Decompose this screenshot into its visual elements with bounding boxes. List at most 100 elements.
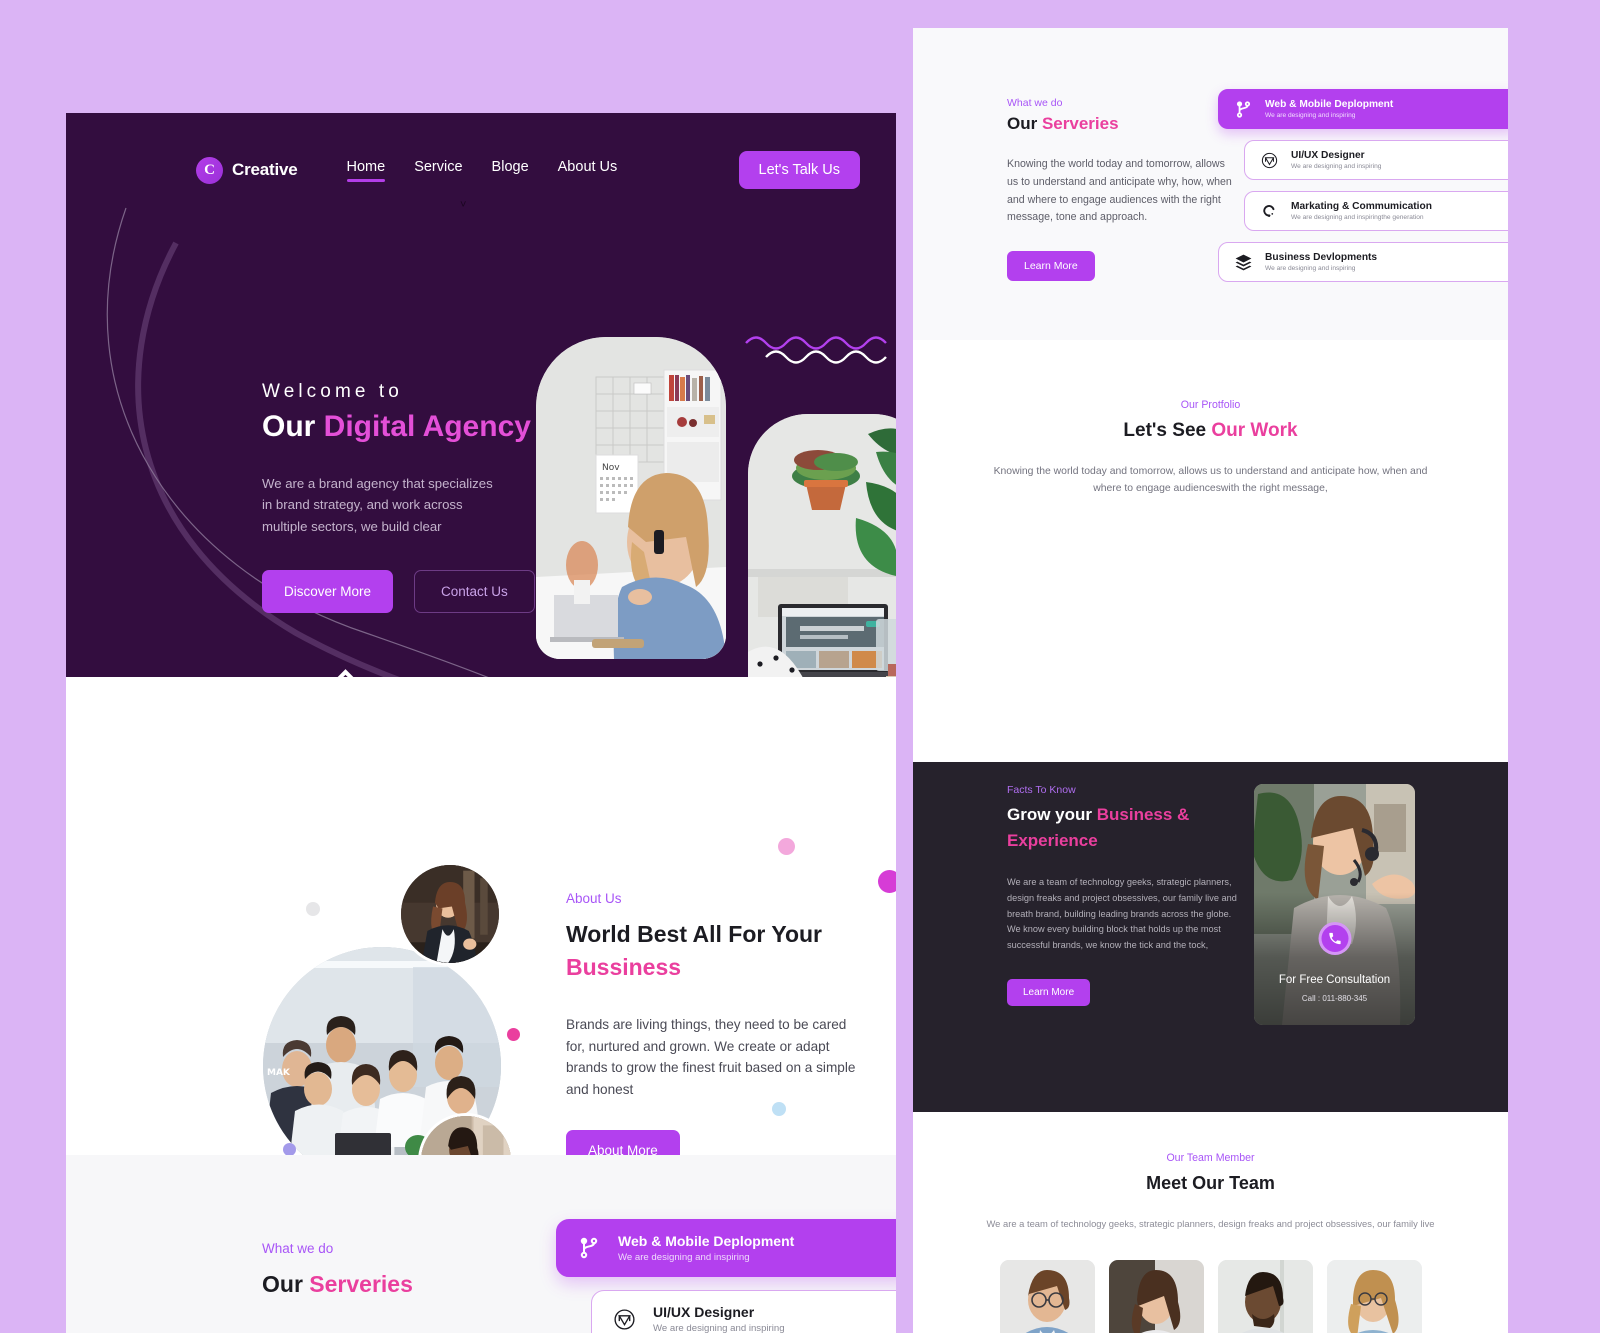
team-member-list xyxy=(913,1259,1508,1333)
team-eyebrow: Our Team Member xyxy=(1166,1152,1255,1164)
hero-title: Our Digital Agency xyxy=(262,410,532,445)
right-services-section: What we do Our Serveries Knowing the wor… xyxy=(913,28,1508,340)
service-card-title: Web & Mobile Deplopment xyxy=(1265,99,1394,110)
hero-welcome: Welcome to xyxy=(262,381,403,402)
portfolio-title-pink: Our Work xyxy=(1211,420,1298,441)
diamond-decoration xyxy=(322,669,369,677)
nav-item-service[interactable]: Service xyxy=(414,159,462,182)
about-body: Brands are living things, they need to b… xyxy=(566,1017,856,1097)
about-title-pink: Bussiness xyxy=(566,953,682,980)
nav-links: Home Service Bloge About Us xyxy=(346,159,618,182)
team-section: Our Team Member Meet Our Team We are a t… xyxy=(913,1112,1508,1333)
team-subtitle: We are a team of technology geeks, strat… xyxy=(986,1218,1435,1229)
git-branch-icon xyxy=(1233,99,1253,119)
circle-monogram-icon xyxy=(611,1306,637,1332)
service-card-text: Web & Mobile Deplopment We are designing… xyxy=(618,1233,794,1263)
service-card-desc: We are designing and inspiring xyxy=(1265,265,1356,272)
service-card-title: UI/UX Designer xyxy=(653,1304,755,1320)
hero-copy: Welcome to Our Digital Agency We are a b… xyxy=(262,381,535,613)
phone-icon[interactable] xyxy=(1318,922,1351,955)
logo-text: Creative xyxy=(232,160,298,179)
nav-item-bloge[interactable]: Bloge xyxy=(492,159,529,182)
hero-title-pink: Digital Agency xyxy=(323,410,531,443)
portfolio-title: Let's See Our Work xyxy=(913,420,1508,442)
about-eyebrow: About Us xyxy=(566,891,622,906)
learn-more-button-services[interactable]: Learn More xyxy=(1007,251,1095,282)
right-mockup-panel: What we do Our Serveries Knowing the wor… xyxy=(913,28,1508,1333)
git-branch-icon xyxy=(576,1235,602,1261)
service-card-desc: We are designing and inspiring xyxy=(618,1252,750,1263)
facts-section: Facts To Know Grow your Business & Exper… xyxy=(913,762,1508,1112)
facts-title-white: Grow your xyxy=(1007,805,1097,824)
service-card-desc: We are designing and inspiring xyxy=(653,1323,785,1333)
hero-section: C Creative Home Service Bloge About Us L… xyxy=(66,113,896,677)
team-title: Meet Our Team xyxy=(1146,1173,1275,1193)
lets-talk-us-button[interactable]: Let's Talk Us xyxy=(738,151,860,189)
team-member-card[interactable] xyxy=(1326,1259,1422,1333)
left-mockup-panel: C Creative Home Service Bloge About Us L… xyxy=(66,113,896,1333)
chevron-down-icon: ˅ xyxy=(460,199,467,211)
consultation-phone: Call : 011-880-345 xyxy=(1301,994,1368,1003)
service-card-marketing[interactable]: Markating & Commumication We are designi… xyxy=(1244,191,1508,231)
service-card-title: Markating & Commumication xyxy=(1291,201,1432,212)
about-photo-woman-portrait xyxy=(398,862,502,966)
dot-decoration-magenta xyxy=(878,870,896,893)
logo-badge: C xyxy=(196,156,223,184)
squiggle-decoration xyxy=(745,336,887,364)
services-card-list-left: Web & Mobile Deplopment We are designing… xyxy=(556,1219,896,1333)
portfolio-eyebrow: Our Protfolio xyxy=(1180,399,1241,411)
dot-decoration-grey xyxy=(306,902,320,916)
services-title-dark: Our xyxy=(262,1271,310,1297)
contact-us-button[interactable]: Contact Us xyxy=(414,569,535,613)
learn-more-button-facts[interactable]: Learn More xyxy=(1007,979,1091,1007)
hero-photo-laptop-plants xyxy=(748,414,896,677)
service-card-title: Business Devlopments xyxy=(1265,252,1378,263)
layers-icon xyxy=(1233,252,1253,272)
service-card-text: UI/UX Designer We are designing and insp… xyxy=(653,1304,785,1333)
swirl-icon xyxy=(1259,201,1279,221)
services-eyebrow: What we do xyxy=(262,1241,334,1256)
right-services-title: Our Serveries xyxy=(1007,114,1232,134)
hero-title-white: Our xyxy=(262,410,324,443)
service-card-text: UI/UX Designer We are designing and insp… xyxy=(1291,150,1381,170)
team-member-card[interactable] xyxy=(1108,1259,1204,1333)
service-card-desc: We are designing and inspiring xyxy=(1291,163,1382,170)
consultation-overlay xyxy=(1254,784,1415,1025)
hero-subtitle: We are a brand agency that specializes i… xyxy=(262,475,493,534)
service-card-desc: We are designing and inspiringthe genera… xyxy=(1291,214,1424,221)
discover-more-button[interactable]: Discover More xyxy=(262,569,394,613)
dot-decoration-lightpink xyxy=(778,838,795,855)
right-services-title-pink: Serveries xyxy=(1041,114,1119,133)
service-card-title: Web & Mobile Deplopment xyxy=(618,1233,795,1249)
facts-title: Grow your Business & Experience xyxy=(1007,802,1237,853)
services-left-copy: What we do Our Serveries xyxy=(262,1241,413,1301)
portfolio-header: Our Protfolio Let's See Our Work Knowing… xyxy=(913,340,1508,498)
service-card-business[interactable]: Business Devlopments We are designing an… xyxy=(1218,242,1508,282)
about-copy: About Us World Best All For Your Bussines… xyxy=(566,891,866,1172)
portfolio-subtitle: Knowing the world today and tomorrow, al… xyxy=(993,466,1428,494)
service-card-web-mobile[interactable]: Web & Mobile Deplopment We are designing… xyxy=(556,1219,896,1277)
circle-monogram-icon xyxy=(1259,150,1279,170)
facts-eyebrow: Facts To Know xyxy=(1007,784,1076,796)
hero-buttons: Discover More Contact Us xyxy=(262,569,535,613)
top-navigation: C Creative Home Service Bloge About Us L… xyxy=(196,150,860,190)
service-card-uiux[interactable]: UI/UX Designer We are designing and insp… xyxy=(1244,140,1508,180)
about-title: World Best All For Your Bussiness xyxy=(566,918,866,983)
logo[interactable]: C Creative xyxy=(196,156,298,184)
dot-decoration-pink xyxy=(507,1028,520,1041)
service-card-desc: We are designing and inspiring xyxy=(1265,112,1356,119)
nav-item-about-us[interactable]: About Us xyxy=(558,159,618,182)
hero-photo-woman-at-desk: Nov xyxy=(536,337,726,659)
svg-text:MAK: MAK xyxy=(267,1068,291,1078)
right-services-copy: What we do Our Serveries Knowing the wor… xyxy=(1007,97,1232,282)
service-card-web-mobile[interactable]: Web & Mobile Deplopment We are designing… xyxy=(1218,89,1508,129)
service-card-uiux[interactable]: UI/UX Designer We are designing and insp… xyxy=(591,1290,896,1333)
team-member-card[interactable] xyxy=(1217,1259,1313,1333)
nav-item-home[interactable]: Home xyxy=(346,159,385,182)
services-title-pink: Serveries xyxy=(309,1271,413,1297)
right-services-eyebrow: What we do xyxy=(1007,97,1063,109)
team-member-card[interactable] xyxy=(999,1259,1095,1333)
consultation-card[interactable]: For Free Consultation Call : 011-880-345 xyxy=(1254,784,1415,1025)
service-card-text: Business Devlopments We are designing an… xyxy=(1265,252,1377,272)
service-card-title: UI/UX Designer xyxy=(1291,150,1365,161)
